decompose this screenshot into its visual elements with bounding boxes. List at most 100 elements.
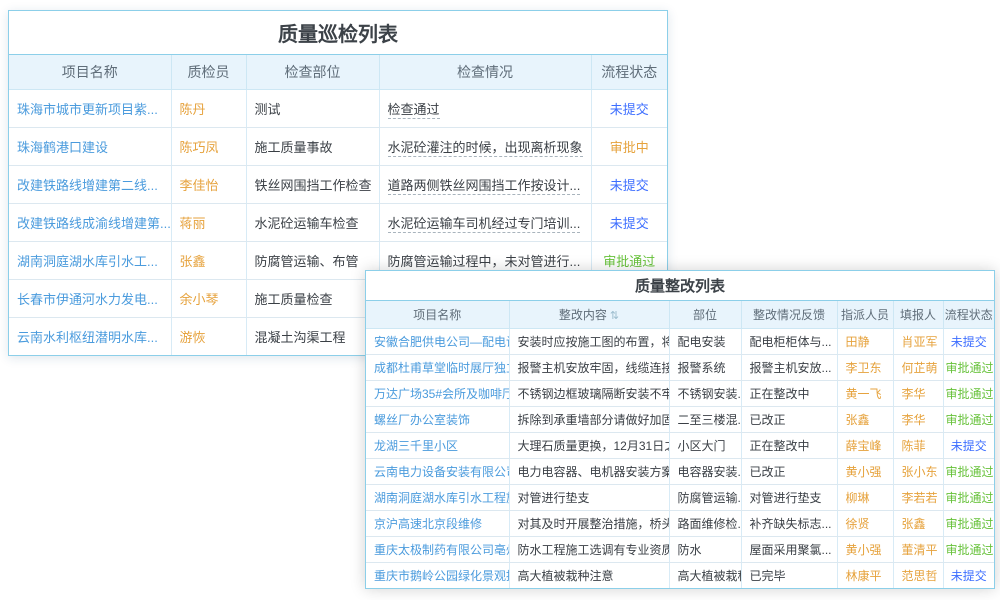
table-row: 重庆太极制药有限公司亳州中... 防水工程施工选调有专业资质...防水屋面采用聚氯… <box>366 536 994 562</box>
cell-part: 报警系统 <box>669 354 741 380</box>
project-link[interactable]: 重庆市鹅岭公园绿化景观提升... <box>374 569 509 583</box>
project-link[interactable]: 龙湖三千里小区 <box>374 439 458 453</box>
person-name: 黄小强 <box>846 465 882 479</box>
project-link[interactable]: 湖南洞庭湖水库引水工程施工1标 <box>374 491 509 505</box>
project-link[interactable]: 云南电力设备安装有限公司20... <box>374 465 509 479</box>
cell-content: 对管进行垫支 <box>509 484 669 510</box>
cell-text: 施工质量检查 <box>255 292 333 307</box>
cell-assignee: 薛宝峰 <box>837 432 893 458</box>
table-row: 万达广场35#会所及咖啡厅空...不锈钢边框玻璃隔断安装不牢...不锈钢安装..… <box>366 380 994 406</box>
cell-project: 重庆太极制药有限公司亳州中... <box>366 536 509 562</box>
cell-project: 安徽合肥供电公司—配电设备... <box>366 328 509 354</box>
person-name: 薛宝峰 <box>846 439 882 453</box>
cell-text: 正在整改中 <box>750 439 810 453</box>
rectification-list-title: 质量整改列表 <box>366 271 994 301</box>
cell-part: 路面维修检... <box>669 510 741 536</box>
column-header-part: 检查部位 <box>246 55 379 89</box>
cell-text: 高大植被栽种注意 <box>518 569 614 583</box>
cell-text: 高大植被栽种 <box>678 569 742 583</box>
status-badge: 未提交 <box>951 569 987 583</box>
table-row: 京沪高速北京段维修对其及时开展整治措施，桥头...路面维修检...补齐缺失标志.… <box>366 510 994 536</box>
person-name: 范思哲 <box>902 569 938 583</box>
status-badge: 审批通过 <box>946 361 994 375</box>
column-label: 整改内容 <box>559 308 607 322</box>
cell-text: 屋面采用聚氯... <box>750 543 832 557</box>
cell-content: 防水工程施工选调有专业资质... <box>509 536 669 562</box>
person-name: 董清平 <box>902 543 938 557</box>
cell-reporter: 李若若 <box>893 484 943 510</box>
project-link[interactable]: 长春市伊通河水力发电... <box>17 292 158 307</box>
project-link[interactable]: 成都杜甫草堂临时展厅独立展... <box>374 361 509 375</box>
cell-status: 审批通过 <box>943 458 994 484</box>
project-link[interactable]: 珠海鹤港口建设 <box>17 140 108 155</box>
cell-reporter: 陈菲 <box>893 432 943 458</box>
cell-text: 施工质量事故 <box>255 140 333 155</box>
cell-text: 防水工程施工选调有专业资质... <box>518 543 670 557</box>
cell-feedback: 配电柜柜体与... <box>741 328 837 354</box>
cell-project: 长春市伊通河水力发电... <box>9 279 171 317</box>
cell-text: 二至三楼混... <box>678 413 742 427</box>
project-link[interactable]: 珠海市城市更新项目紫... <box>17 102 158 117</box>
cell-part: 防水 <box>669 536 741 562</box>
table-row: 改建铁路线成渝线增建第...蒋丽水泥砼运输车检查水泥砼运输车司机经过专门培训..… <box>9 203 667 241</box>
cell-feedback: 已完毕 <box>741 562 837 588</box>
person-name: 李佳怡 <box>180 178 219 193</box>
cell-part: 小区大门 <box>669 432 741 458</box>
table-row: 珠海鹤港口建设陈巧凤施工质量事故水泥砼灌注的时候，出现离析现象审批中 <box>9 127 667 165</box>
project-link[interactable]: 湖南洞庭湖水库引水工... <box>17 254 158 269</box>
cell-inspector: 余小琴 <box>171 279 246 317</box>
person-name: 陈菲 <box>902 439 926 453</box>
cell-reporter: 张鑫 <box>893 510 943 536</box>
cell-inspector: 蒋丽 <box>171 203 246 241</box>
column-label: 整改情况反馈 <box>753 308 825 322</box>
status-badge: 未提交 <box>610 178 649 193</box>
project-link[interactable]: 改建铁路线成渝线增建第... <box>17 216 171 231</box>
column-label: 指派人员 <box>841 308 889 322</box>
cell-assignee: 林康平 <box>837 562 893 588</box>
cell-reporter: 何芷萌 <box>893 354 943 380</box>
cell-project: 珠海市城市更新项目紫... <box>9 89 171 127</box>
cell-inspector: 陈巧凤 <box>171 127 246 165</box>
project-link[interactable]: 京沪高速北京段维修 <box>374 517 482 531</box>
cell-text: 安装时应按施工图的布置，将... <box>518 335 670 349</box>
person-name: 陈丹 <box>180 102 206 117</box>
person-name: 余小琴 <box>180 292 219 307</box>
cell-assignee: 徐贤 <box>837 510 893 536</box>
column-label: 部位 <box>693 308 717 322</box>
column-label: 检查部位 <box>285 64 341 80</box>
cell-text: 测试 <box>255 102 281 117</box>
column-header-content[interactable]: 整改内容⇅ <box>509 301 669 328</box>
cell-content: 报警主机安放牢固，线缆连接... <box>509 354 669 380</box>
sort-icon[interactable]: ⇅ <box>610 310 619 322</box>
cell-text: 防腐管运输过程中，未对管进行... <box>388 254 581 271</box>
cell-text: 电力电容器、电机器安装方案,... <box>518 465 670 479</box>
project-link[interactable]: 安徽合肥供电公司—配电设备... <box>374 335 509 349</box>
person-name: 张鑫 <box>902 517 926 531</box>
project-link[interactable]: 螺丝厂办公室装饰 <box>374 413 470 427</box>
project-link[interactable]: 改建铁路线增建第二线... <box>17 178 158 193</box>
cell-status: 审批通过 <box>943 484 994 510</box>
project-link[interactable]: 云南水利枢纽潜明水库... <box>17 330 158 345</box>
cell-assignee: 黄一飞 <box>837 380 893 406</box>
cell-status: 未提交 <box>943 432 994 458</box>
table-row: 重庆市鹅岭公园绿化景观提升... 高大植被栽种注意 高大植被栽种已完毕林康平 范思哲未… <box>366 562 994 588</box>
cell-status: 未提交 <box>591 203 667 241</box>
person-name: 张小东 <box>902 465 938 479</box>
cell-status: 审批通过 <box>943 354 994 380</box>
status-badge: 审批通过 <box>946 465 994 479</box>
cell-text: 报警系统 <box>678 361 726 375</box>
column-header-status: 流程状态 <box>943 301 994 328</box>
cell-status: 未提交 <box>591 89 667 127</box>
cell-part: 施工质量检查 <box>246 279 379 317</box>
cell-project: 改建铁路线增建第二线... <box>9 165 171 203</box>
cell-content: 不锈钢边框玻璃隔断安装不牢... <box>509 380 669 406</box>
project-link[interactable]: 万达广场35#会所及咖啡厅空... <box>374 387 509 401</box>
person-name: 林康平 <box>846 569 882 583</box>
project-link[interactable]: 重庆太极制药有限公司亳州中... <box>374 543 509 557</box>
cell-status: 审批通过 <box>943 406 994 432</box>
rectification-list-panel: 质量整改列表 项目名称整改内容⇅部位整改情况反馈指派人员填报人流程状态 安徽合肥… <box>365 270 995 589</box>
cell-feedback: 已改正 <box>741 458 837 484</box>
cell-inspector: 陈丹 <box>171 89 246 127</box>
cell-part: 配电安装 <box>669 328 741 354</box>
cell-assignee: 李卫东 <box>837 354 893 380</box>
